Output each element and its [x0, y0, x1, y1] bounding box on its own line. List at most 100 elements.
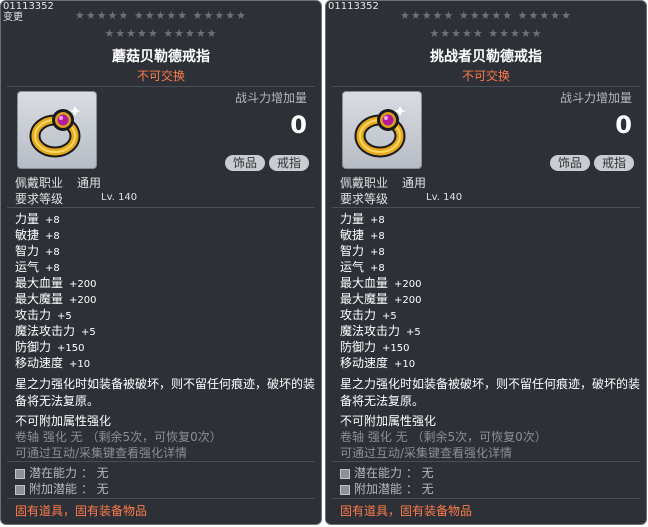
trade-status: 不可交换 [136, 69, 185, 83]
divider [332, 86, 640, 87]
stat-value: +10 [69, 359, 91, 370]
level-value: Lv. 140 [426, 192, 463, 203]
stat-row: 防御力 +150 [340, 339, 409, 355]
stat-row: 魔法攻击力 +5 [340, 323, 421, 339]
potential-row: 潜在能力 ： 无 [340, 464, 434, 481]
job-value: 通用 [77, 176, 102, 190]
stat-row: 敏捷 +8 [340, 227, 385, 243]
stat-name: 魔法攻击力 [340, 324, 401, 338]
trade-status: 不可交换 [461, 69, 510, 83]
stat-value: +200 [69, 279, 97, 290]
stat-value: +8 [45, 247, 60, 258]
level-value: Lv. 140 [101, 192, 138, 203]
divider [7, 461, 315, 462]
job-value: 通用 [402, 176, 427, 190]
stat-row: 移动速度 +10 [15, 355, 90, 371]
stat-row: 智力 +8 [340, 243, 385, 259]
star-force-row-2: ★★★★★ ★★★★★ [104, 27, 218, 40]
additional-potential-icon [340, 484, 350, 495]
divider [7, 207, 315, 208]
stat-name: 智力 [340, 244, 365, 258]
stat-row: 最大魔量 +200 [340, 291, 421, 307]
stat-name: 攻击力 [15, 308, 52, 322]
level-row: 要求等级 Lv. 140 [340, 190, 462, 207]
stat-name: 运气 [15, 260, 40, 274]
stat-row: 智力 +8 [15, 243, 60, 259]
combat-power-value: 0 [615, 111, 632, 139]
stat-value: +5 [382, 311, 397, 322]
stat-value: +150 [57, 343, 85, 354]
item-icon-frame [342, 91, 422, 169]
stat-row: 魔法攻击力 +5 [15, 323, 96, 339]
level-label: 要求等级 [15, 192, 64, 206]
stat-value: +8 [45, 231, 60, 242]
divider [332, 498, 640, 499]
stat-value: +200 [394, 279, 422, 290]
combat-power-label: 战斗力增加量 [234, 91, 307, 105]
scroll-info: 卷轴 强化 无 （剩余5次，可恢复0次） [15, 430, 222, 444]
stat-value: +5 [81, 327, 96, 338]
job-label: 佩戴职业 [340, 176, 389, 190]
potential-icon [340, 468, 350, 479]
stat-value: +8 [45, 215, 60, 226]
level-row: 要求等级 Lv. 140 [15, 190, 137, 207]
category-tag-accessory: 饰品 [549, 155, 590, 171]
stat-name: 敏捷 [340, 228, 365, 242]
combat-power-value: 0 [290, 111, 307, 139]
divider [332, 207, 640, 208]
additional-potential-text: 附加潜能 ： 无 [29, 482, 109, 496]
stat-value: +8 [370, 231, 385, 242]
potential-text: 潜在能力 ： 无 [354, 466, 434, 480]
stat-name: 最大魔量 [15, 292, 64, 306]
potential-icon [15, 468, 25, 479]
stat-row: 防御力 +150 [15, 339, 84, 355]
level-label: 要求等级 [340, 192, 389, 206]
stat-value: +200 [69, 295, 97, 306]
ring-icon [354, 106, 406, 158]
stat-name: 防御力 [340, 340, 377, 354]
stat-value: +8 [45, 263, 60, 274]
stat-value: +8 [370, 247, 385, 258]
stat-row: 最大血量 +200 [340, 275, 421, 291]
stat-value: +5 [406, 327, 421, 338]
stat-name: 攻击力 [340, 308, 377, 322]
stat-row: 敏捷 +8 [15, 227, 60, 243]
stat-value: +8 [370, 215, 385, 226]
ring-icon [29, 106, 81, 158]
enhance-title: 不可附加属性强化 [340, 414, 437, 428]
category-tag-ring: 戒指 [268, 155, 309, 171]
item-icon-frame [17, 91, 97, 169]
potential-text: 潜在能力 ： 无 [29, 466, 109, 480]
fixed-item-note: 固有道具，固有装备物品 [15, 504, 148, 518]
category-tag-accessory: 饰品 [224, 155, 265, 171]
stat-name: 运气 [340, 260, 365, 274]
item-tooltip-right: 01113352 ★★★★★ ★★★★★ ★★★★★ ★★★★★ ★★★★★ 挑… [325, 0, 647, 525]
stat-row: 最大魔量 +200 [15, 291, 96, 307]
item-description: 星之力强化时如装备被破坏，则不留任何痕迹，破坏的装备将无法复原。 [340, 377, 641, 408]
stat-row: 攻击力 +5 [340, 307, 397, 323]
additional-potential-text: 附加潜能 ： 无 [354, 482, 434, 496]
stat-value: +200 [394, 295, 422, 306]
stat-name: 力量 [340, 212, 365, 226]
item-name: 挑战者贝勒德戒指 [430, 49, 542, 65]
stat-row: 力量 +8 [340, 211, 385, 227]
potential-row: 潜在能力 ： 无 [15, 464, 109, 481]
enhance-title: 不可附加属性强化 [15, 414, 112, 428]
stat-row: 攻击力 +5 [15, 307, 72, 323]
stat-row: 最大血量 +200 [15, 275, 96, 291]
stat-value: +10 [394, 359, 416, 370]
divider [7, 86, 315, 87]
stat-value: +150 [382, 343, 410, 354]
enhance-hint: 可通过互动/采集键查看强化详情 [340, 446, 513, 460]
stat-name: 敏捷 [15, 228, 40, 242]
job-row: 佩戴职业 通用 [340, 174, 426, 191]
stat-row: 移动速度 +10 [340, 355, 415, 371]
item-tooltip-left: 01113352 变更 ★★★★★ ★★★★★ ★★★★★ ★★★★★ ★★★★… [0, 0, 322, 525]
stat-value: +8 [370, 263, 385, 274]
fixed-item-note: 固有道具，固有装备物品 [340, 504, 473, 518]
scroll-info: 卷轴 强化 无 （剩余5次，可恢复0次） [340, 430, 547, 444]
item-name: 蘑菇贝勒德戒指 [112, 49, 210, 65]
item-description: 星之力强化时如装备被破坏，则不留任何痕迹，破坏的装备将无法复原。 [15, 377, 316, 408]
star-force-row-1: ★★★★★ ★★★★★ ★★★★★ [400, 9, 572, 22]
stat-name: 防御力 [15, 340, 52, 354]
